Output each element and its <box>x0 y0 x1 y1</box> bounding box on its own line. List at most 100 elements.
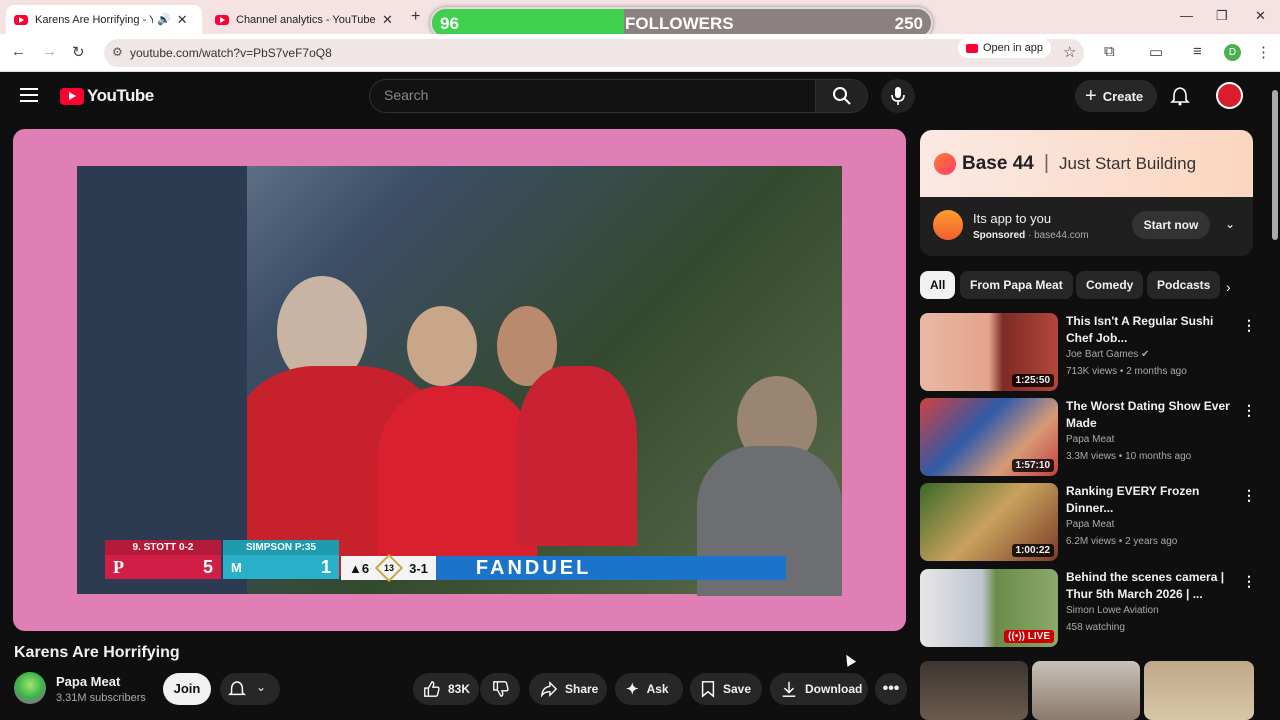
share-label: Share <box>565 682 599 696</box>
address-bar[interactable]: ⚙ youtube.com/watch?v=PbS7veF7oQ8 <box>104 39 1084 67</box>
account-avatar[interactable] <box>1216 82 1243 109</box>
browser-profile-avatar[interactable]: D <box>1224 44 1241 61</box>
browser-toolbar: ← → ↻ ⚙ youtube.com/watch?v=PbS7veF7oQ8 … <box>0 34 1280 72</box>
cast-icon[interactable]: ▭ <box>1149 43 1163 61</box>
tab-analytics[interactable]: Channel analytics - YouTube St ✕ <box>207 5 405 34</box>
create-button[interactable]: + Create <box>1075 80 1158 112</box>
close-tab-icon[interactable]: ✕ <box>382 12 393 28</box>
ad-banner[interactable]: Base 44 | Just Start Building <box>920 130 1253 197</box>
minimize-icon[interactable]: — <box>1180 8 1193 23</box>
reload-icon[interactable]: ↻ <box>72 43 85 61</box>
video-thumbnail[interactable]: 1:57:10 <box>920 398 1058 476</box>
dislike-button[interactable] <box>480 673 520 705</box>
ask-button[interactable]: ✦ Ask <box>615 673 683 705</box>
recommended-video[interactable]: 1:00:22 Ranking EVERY Frozen Dinner... P… <box>920 483 1256 561</box>
chevron-down-icon: ⌄ <box>256 680 267 694</box>
tab-active[interactable]: Karens Are Horrifying - You 🔊 ✕ <box>6 5 202 34</box>
share-icon <box>540 681 558 698</box>
site-info-icon[interactable]: ⚙ <box>112 45 123 59</box>
recommended-title[interactable]: Ranking EVERY Frozen Dinner... <box>1066 483 1234 517</box>
video-duration: 1:00:22 <box>1011 544 1054 557</box>
sponsor-text: FANDUEL <box>475 556 592 579</box>
recommended-title[interactable]: The Worst Dating Show Ever Made <box>1066 398 1234 432</box>
close-window-icon[interactable]: ✕ <box>1255 8 1266 24</box>
video-thumbnail[interactable]: 1:00:22 <box>920 483 1058 561</box>
recommended-channel[interactable]: Papa Meat <box>1066 519 1114 530</box>
share-button[interactable]: Share <box>529 673 607 705</box>
scrollbar-thumb[interactable] <box>1272 90 1278 240</box>
ad-separator: | <box>1043 152 1050 174</box>
chevron-right-icon[interactable]: › <box>1226 279 1231 295</box>
more-vertical-icon[interactable]: ⋮ <box>1242 317 1256 334</box>
video-duration: 1:25:50 <box>1011 374 1054 387</box>
more-vertical-icon[interactable]: ⋮ <box>1242 573 1256 590</box>
shorts-thumbnail[interactable] <box>920 661 1028 720</box>
like-button[interactable]: 83K <box>413 673 479 705</box>
recommended-meta: 3.3M views • 10 months ago <box>1066 451 1192 462</box>
recommended-video[interactable]: 1:57:10 The Worst Dating Show Ever Made … <box>920 398 1256 476</box>
page-scrollbar[interactable] <box>1270 72 1280 720</box>
shorts-thumbnail[interactable] <box>1144 661 1254 720</box>
close-tab-icon[interactable]: ✕ <box>177 12 188 28</box>
youtube-play-icon <box>60 87 84 105</box>
more-vertical-icon[interactable]: ⋮ <box>1242 402 1256 419</box>
open-in-app-label: Open in app <box>983 42 1043 54</box>
subscription-notifications-button[interactable]: ⌄ <box>220 673 280 705</box>
more-vertical-icon[interactable]: ⋮ <box>1242 487 1256 504</box>
video-thumbnail[interactable]: ((•)) LIVE <box>920 569 1058 647</box>
ad-title: Its app to you <box>973 211 1052 226</box>
recommended-video[interactable]: 1:25:50 This Isn't A Regular Sushi Chef … <box>920 313 1256 391</box>
channel-name[interactable]: Papa Meat <box>56 674 120 689</box>
bookmark-star-icon[interactable]: ☆ <box>1063 43 1076 61</box>
start-now-button[interactable]: Start now <box>1132 211 1210 239</box>
video-thumbnail[interactable]: 1:25:50 <box>920 313 1058 391</box>
media-controls-icon[interactable]: ≡ <box>1193 43 1202 60</box>
search-box <box>369 79 816 113</box>
sparkle-icon: ✦ <box>626 681 639 698</box>
youtube-studio-favicon-icon <box>215 14 229 25</box>
youtube-header: YouTube + Create <box>0 72 1270 122</box>
download-button[interactable]: Download <box>770 673 868 705</box>
more-actions-button[interactable]: ••• <box>875 673 907 705</box>
back-icon[interactable]: ← <box>11 43 26 60</box>
channel-avatar[interactable] <box>14 672 46 704</box>
forward-icon[interactable]: → <box>42 43 57 60</box>
shorts-thumbnail[interactable] <box>1032 661 1140 720</box>
recommended-channel[interactable]: Joe Bart Games ✔ <box>1066 349 1149 360</box>
maximize-icon[interactable]: ❐ <box>1216 8 1228 24</box>
chip-podcasts[interactable]: Podcasts <box>1147 271 1221 299</box>
sponsored-ad-card[interactable]: Base 44 | Just Start Building Its app to… <box>920 130 1253 256</box>
open-in-app-button[interactable]: Open in app <box>958 38 1051 58</box>
mouse-cursor <box>841 652 857 667</box>
chip-from-papa-meat[interactable]: From Papa Meat <box>960 271 1073 299</box>
ad-tagline: Just Start Building <box>1059 153 1197 173</box>
chip-all[interactable]: All <box>920 271 956 299</box>
microphone-icon <box>891 87 905 105</box>
recommended-video[interactable]: ((•)) LIVE Behind the scenes camera | Th… <box>920 569 1256 647</box>
video-frame[interactable] <box>77 166 842 596</box>
bookmark-icon <box>701 681 715 698</box>
menu-icon[interactable] <box>20 88 38 102</box>
search-button[interactable] <box>815 79 868 113</box>
save-button[interactable]: Save <box>690 673 762 705</box>
new-tab-icon[interactable]: + <box>411 8 420 26</box>
chip-comedy[interactable]: Comedy <box>1076 271 1144 299</box>
recommended-meta: 713K views • 2 months ago <box>1066 366 1187 377</box>
recommended-channel[interactable]: Papa Meat <box>1066 434 1114 445</box>
recommended-title[interactable]: This Isn't A Regular Sushi Chef Job... <box>1066 313 1234 347</box>
search-input[interactable] <box>384 87 784 103</box>
extensions-icon[interactable]: ⧉ <box>1104 43 1115 60</box>
video-player[interactable]: 9. STOTT 0-2 P 5 SIMPSON P:35 M 1 ▲6 13 … <box>13 129 906 631</box>
video-content <box>407 306 477 386</box>
game-state: ▲6 13 3-1 <box>341 553 436 583</box>
recommended-channel[interactable]: Simon Lowe Aviation <box>1066 605 1159 616</box>
browser-menu-icon[interactable]: ⋮ <box>1256 43 1271 61</box>
notifications-bell-icon[interactable] <box>1170 86 1190 106</box>
join-button[interactable]: Join <box>163 673 211 705</box>
voice-search-button[interactable] <box>881 79 915 113</box>
recommended-title[interactable]: Behind the scenes camera | Thur 5th Marc… <box>1066 569 1234 603</box>
plus-icon: + <box>1085 84 1097 107</box>
expand-chevron-icon[interactable]: ⌄ <box>1225 217 1235 231</box>
home-team-block: SIMPSON P:35 M 1 <box>223 540 339 580</box>
youtube-logo[interactable]: YouTube <box>60 86 154 106</box>
